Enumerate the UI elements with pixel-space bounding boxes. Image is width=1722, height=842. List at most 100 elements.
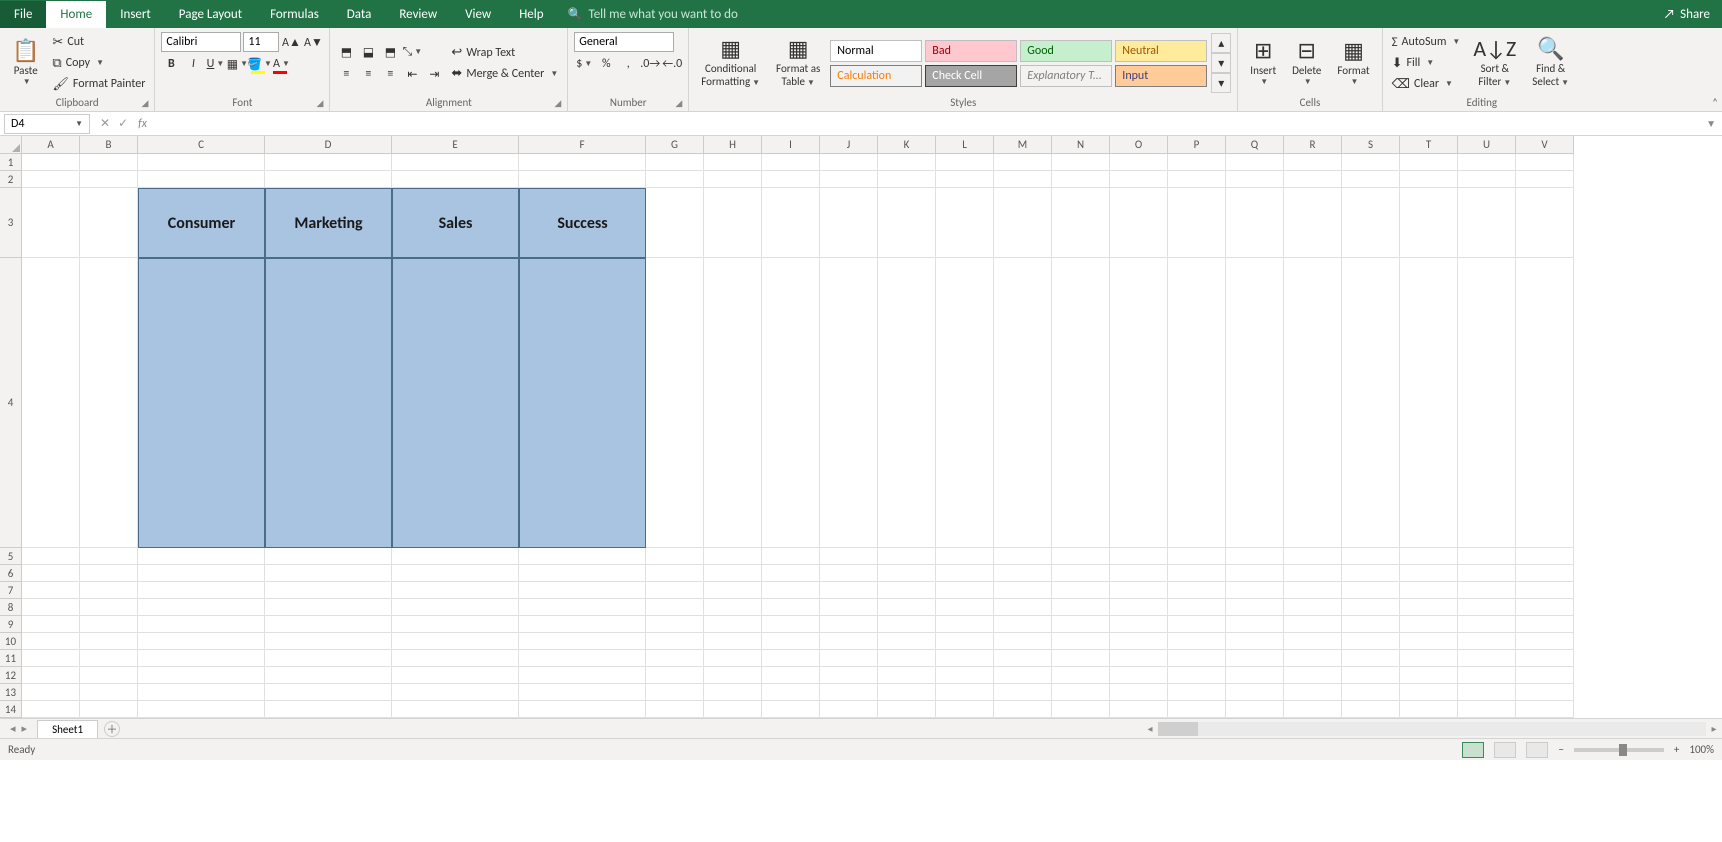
table-body-cell[interactable]	[138, 258, 265, 548]
cell[interactable]	[138, 599, 265, 616]
cell[interactable]	[22, 582, 80, 599]
cell[interactable]	[762, 599, 820, 616]
cell[interactable]	[878, 684, 936, 701]
dialog-launcher-icon[interactable]: ◢	[317, 98, 324, 109]
column-header[interactable]: P	[1168, 136, 1226, 154]
cell[interactable]	[1168, 565, 1226, 582]
cell[interactable]	[646, 188, 704, 258]
row-header[interactable]: 12	[0, 667, 22, 684]
cell[interactable]	[1110, 171, 1168, 188]
cell[interactable]	[138, 616, 265, 633]
cell[interactable]	[994, 633, 1052, 650]
cell[interactable]	[22, 548, 80, 565]
cell[interactable]	[1168, 599, 1226, 616]
column-header[interactable]: T	[1400, 136, 1458, 154]
dialog-launcher-icon[interactable]: ◢	[554, 98, 561, 109]
cell[interactable]	[392, 171, 519, 188]
cell[interactable]	[1342, 667, 1400, 684]
cell[interactable]	[1284, 188, 1342, 258]
cell[interactable]	[1168, 548, 1226, 565]
cell[interactable]	[1226, 565, 1284, 582]
increase-decimal-button[interactable]: .0→	[640, 54, 660, 74]
cell[interactable]	[1458, 616, 1516, 633]
cell[interactable]	[392, 565, 519, 582]
column-header[interactable]: O	[1110, 136, 1168, 154]
cell[interactable]	[1516, 616, 1574, 633]
cell[interactable]	[878, 582, 936, 599]
cell[interactable]	[1284, 650, 1342, 667]
cell[interactable]	[22, 701, 80, 718]
spreadsheet-grid[interactable]: ABCDEFGHIJKLMNOPQRSTUV 12345678910111213…	[0, 136, 1722, 718]
cell[interactable]	[22, 650, 80, 667]
copy-button[interactable]: ⧉Copy▼	[49, 54, 148, 73]
zoom-level[interactable]: 100%	[1689, 743, 1714, 756]
cell[interactable]	[762, 565, 820, 582]
cell[interactable]	[994, 582, 1052, 599]
cell[interactable]	[704, 684, 762, 701]
cell[interactable]	[878, 565, 936, 582]
cell[interactable]	[646, 548, 704, 565]
cell[interactable]	[265, 599, 392, 616]
cell[interactable]	[1226, 667, 1284, 684]
scrollbar-thumb[interactable]	[1158, 722, 1198, 736]
cell[interactable]	[1342, 154, 1400, 171]
cell[interactable]	[22, 565, 80, 582]
column-header[interactable]: Q	[1226, 136, 1284, 154]
cell[interactable]	[646, 650, 704, 667]
cell[interactable]	[1284, 616, 1342, 633]
cell[interactable]	[704, 258, 762, 548]
conditional-formatting-button[interactable]: ▦ Conditional Formatting▼	[695, 36, 766, 90]
paste-button[interactable]: 📋 Paste ▼	[6, 38, 45, 89]
format-as-table-button[interactable]: ▦ Format as Table▼	[770, 36, 826, 90]
cell[interactable]	[1516, 701, 1574, 718]
cell[interactable]	[936, 171, 994, 188]
collapse-ribbon-icon[interactable]: ˄	[1712, 96, 1718, 109]
cell[interactable]	[80, 582, 138, 599]
cell[interactable]	[1052, 548, 1110, 565]
cell[interactable]	[1110, 258, 1168, 548]
cell[interactable]	[1168, 684, 1226, 701]
cell[interactable]	[1400, 684, 1458, 701]
cell[interactable]	[1458, 650, 1516, 667]
italic-button[interactable]: I	[183, 54, 203, 74]
cell[interactable]	[519, 684, 646, 701]
column-header[interactable]: F	[519, 136, 646, 154]
cell[interactable]	[1458, 701, 1516, 718]
cell[interactable]	[1284, 633, 1342, 650]
cell[interactable]	[936, 667, 994, 684]
font-size-select[interactable]	[243, 32, 279, 52]
cell[interactable]	[878, 701, 936, 718]
row-header[interactable]: 5	[0, 548, 22, 565]
tab-view[interactable]: View	[451, 1, 505, 28]
align-top-button[interactable]: ⬒	[336, 42, 356, 62]
cell[interactable]	[820, 582, 878, 599]
cell[interactable]	[704, 701, 762, 718]
cell[interactable]	[1400, 667, 1458, 684]
cell[interactable]	[646, 667, 704, 684]
cell[interactable]	[994, 258, 1052, 548]
cell[interactable]	[936, 188, 994, 258]
format-cells-button[interactable]: ▦Format▼	[1331, 38, 1375, 89]
cell[interactable]	[80, 258, 138, 548]
column-header[interactable]: H	[704, 136, 762, 154]
column-header[interactable]: N	[1052, 136, 1110, 154]
cell[interactable]	[1342, 548, 1400, 565]
cell[interactable]	[265, 684, 392, 701]
cell[interactable]	[519, 701, 646, 718]
cell[interactable]	[704, 667, 762, 684]
page-break-view-button[interactable]	[1526, 742, 1548, 758]
cell[interactable]	[1284, 565, 1342, 582]
cell[interactable]	[392, 667, 519, 684]
tab-data[interactable]: Data	[333, 1, 386, 28]
cell[interactable]	[1400, 258, 1458, 548]
cell[interactable]	[1458, 633, 1516, 650]
tab-review[interactable]: Review	[385, 1, 451, 28]
format-painter-button[interactable]: 🖌Format Painter	[49, 75, 148, 94]
cell[interactable]	[1400, 633, 1458, 650]
cell[interactable]	[265, 582, 392, 599]
cell[interactable]	[1110, 633, 1168, 650]
column-header[interactable]: B	[80, 136, 138, 154]
cell[interactable]	[265, 650, 392, 667]
cell[interactable]	[519, 633, 646, 650]
cell[interactable]	[878, 548, 936, 565]
